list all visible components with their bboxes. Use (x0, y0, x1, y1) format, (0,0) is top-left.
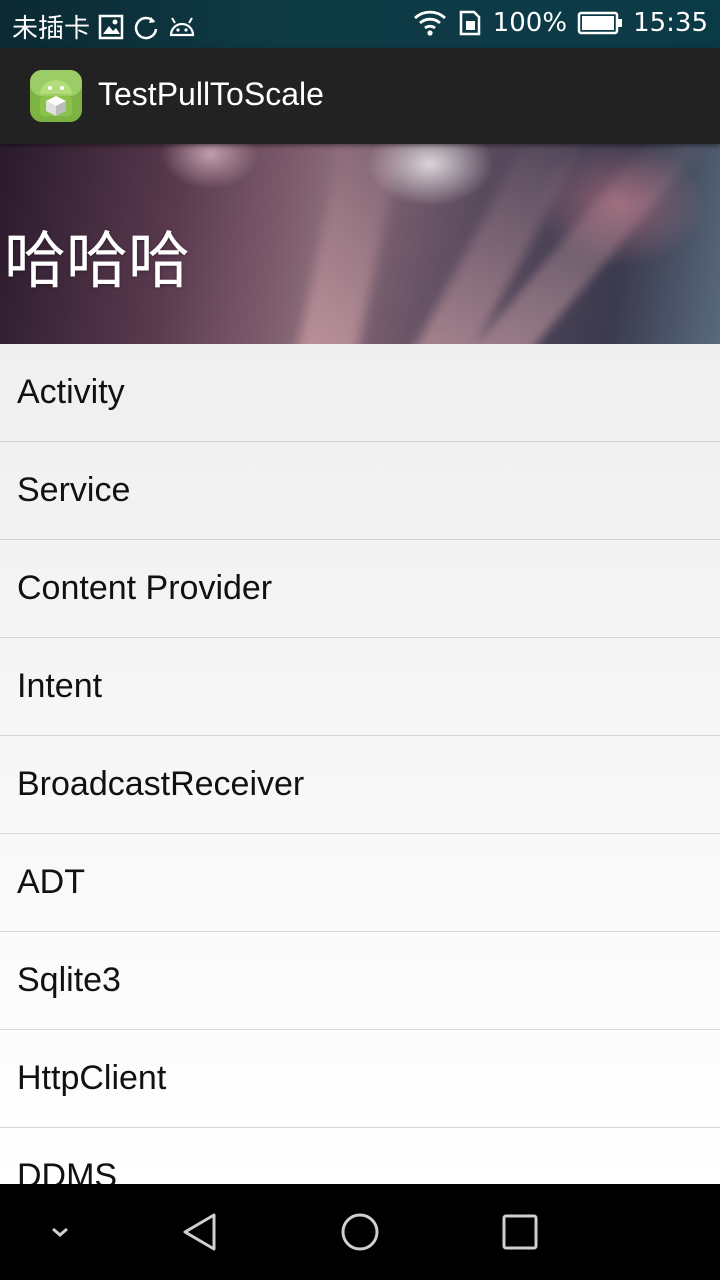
list-item-intent[interactable]: Intent (0, 638, 720, 736)
clock: 15:35 (633, 8, 708, 38)
list-item-broadcast-receiver[interactable]: BroadcastReceiver (0, 736, 720, 834)
navigation-bar (0, 1184, 720, 1280)
list-item-content-provider[interactable]: Content Provider (0, 540, 720, 638)
hide-nav-icon[interactable] (36, 1208, 84, 1256)
action-bar: TestPullToScale (0, 48, 720, 144)
header-title: 哈哈哈 (4, 224, 191, 297)
home-icon[interactable] (336, 1208, 384, 1256)
list-item-ddms[interactable]: DDMS (0, 1128, 720, 1184)
android-icon (168, 15, 196, 39)
gallery-icon (98, 14, 124, 40)
battery-icon (577, 11, 623, 35)
sim-icon (457, 10, 483, 36)
list-view[interactable]: Activity Service Content Provider Intent… (0, 344, 720, 1184)
battery-percent: 100% (492, 8, 568, 38)
recents-icon[interactable] (496, 1208, 544, 1256)
list-item-adt[interactable]: ADT (0, 834, 720, 932)
wifi-icon (413, 9, 447, 37)
list-item-httpclient[interactable]: HttpClient (0, 1030, 720, 1128)
android-app-icon[interactable] (28, 68, 84, 124)
status-bar: 未插卡 100% 15:35 (0, 0, 720, 48)
back-icon[interactable] (176, 1208, 224, 1256)
sync-icon (132, 13, 160, 41)
list-item-sqlite3[interactable]: Sqlite3 (0, 932, 720, 1030)
carrier-label: 未插卡 (12, 14, 91, 44)
header-image: 哈哈哈 (0, 144, 720, 344)
list-item-service[interactable]: Service (0, 442, 720, 540)
app-title: TestPullToScale (98, 76, 324, 112)
list-item-activity[interactable]: Activity (0, 344, 720, 442)
